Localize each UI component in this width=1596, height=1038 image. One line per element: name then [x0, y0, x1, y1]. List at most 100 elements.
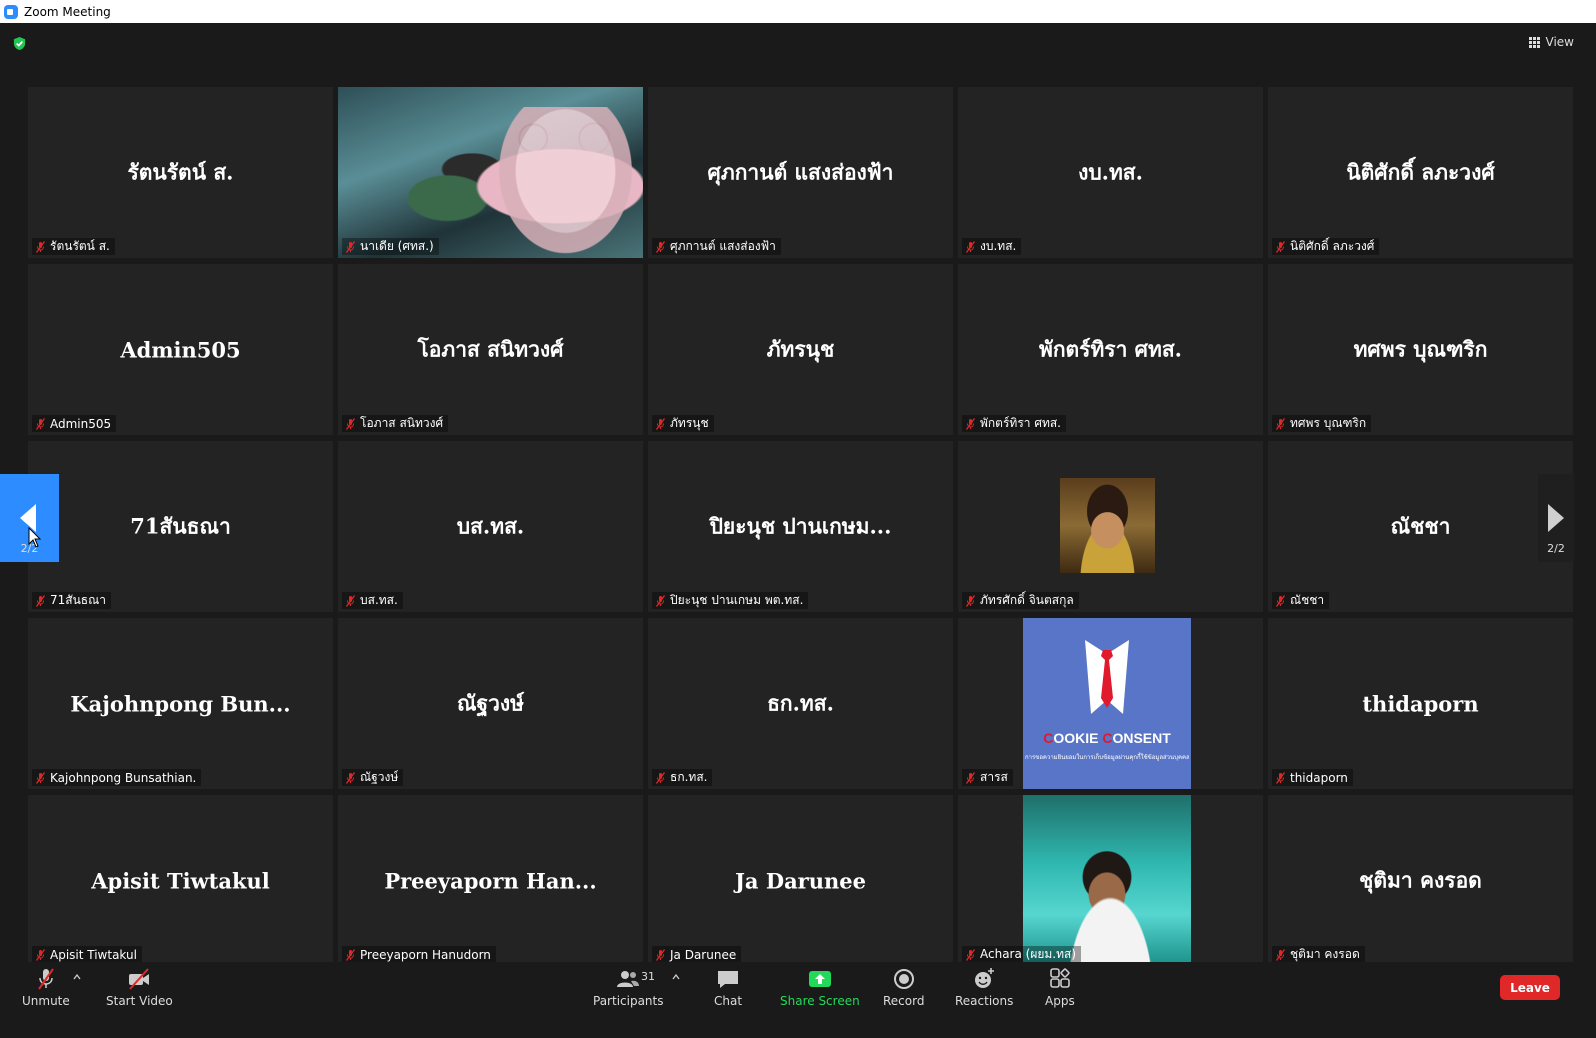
- participant-tile[interactable]: ชุติมา คงรอด ชุติมา คงรอด: [1268, 795, 1573, 966]
- mic-muted-icon: [35, 594, 46, 607]
- microphone-muted-icon: [38, 968, 54, 990]
- view-button-label: View: [1545, 35, 1574, 49]
- participant-tile[interactable]: ทศพร บุณฑริก ทศพร บุณฑริก: [1268, 264, 1573, 435]
- cookie-consent-subtitle: การขอความยินยอมในการเก็บข้อมูลผ่านคุกกี้…: [1025, 754, 1189, 761]
- participant-display-name: Kajohnpong Bun...: [70, 691, 291, 716]
- participant-name-label: Ja Darunee: [652, 946, 742, 963]
- share-screen-button[interactable]: Share Screen: [780, 966, 860, 1008]
- cookie-consent-title: COOKIE CONSENT: [1043, 730, 1171, 746]
- record-button[interactable]: Record: [883, 966, 924, 1008]
- participant-name-text: นาเดีย (ศทส.): [360, 239, 434, 253]
- participant-display-name: ธก.ทส.: [767, 690, 834, 715]
- participant-tile[interactable]: บส.ทส. บส.ทส.: [338, 441, 643, 612]
- participant-display-name: รัตนรัตน์ ส.: [127, 159, 234, 184]
- participant-name-text: นิติศักดิ์ ลภะวงศ์: [1290, 239, 1375, 253]
- window-title: Zoom Meeting: [24, 4, 111, 19]
- participant-tile[interactable]: COOKIE CONSENT การขอความยินยอมในการเก็บข้…: [958, 618, 1263, 789]
- mic-muted-icon: [965, 948, 976, 961]
- participant-name-label: ชุติมา คงรอด: [1272, 946, 1365, 963]
- mic-muted-icon: [965, 771, 976, 784]
- participant-display-name: งบ.ทส.: [1078, 159, 1143, 184]
- mic-muted-icon: [655, 948, 666, 961]
- participant-tile[interactable]: ธก.ทส. ธก.ทส.: [648, 618, 953, 789]
- participant-display-name: พักตร์ทิรา ศทส.: [1038, 336, 1182, 361]
- participant-name-label: Achara (ผยม.ทส): [962, 946, 1082, 963]
- participant-name-text: Ja Darunee: [670, 947, 737, 962]
- participant-name-label: สารส: [962, 769, 1013, 786]
- participant-tile[interactable]: ศุภกานต์ แสงส่องฟ้า ศุภกานต์ แสงส่องฟ้า: [648, 87, 953, 258]
- mic-muted-icon: [655, 417, 666, 430]
- participant-name-label: งบ.ทส.: [962, 238, 1022, 255]
- gallery-grid: รัตนรัตน์ ส. รัตนรัตน์ ส. นาเดีย (ศทส.) ศุภ…: [28, 87, 1573, 971]
- participant-tile[interactable]: ณัชชา ณัชชา: [1268, 441, 1573, 612]
- audio-options-caret-icon[interactable]: [73, 974, 81, 980]
- security-shield-icon[interactable]: [12, 36, 27, 51]
- participant-tile[interactable]: Preeyaporn Han... Preeyaporn Hanudorn: [338, 795, 643, 966]
- participant-name-text: งบ.ทส.: [980, 239, 1017, 253]
- participant-name-text: ทศพร บุณฑริก: [1290, 416, 1367, 430]
- participant-display-name: โอภาส สนิทวงศ์: [417, 336, 564, 361]
- unmute-button[interactable]: Unmute: [22, 966, 70, 1008]
- participant-display-name: ภัทรนุช: [766, 336, 835, 361]
- participant-tile[interactable]: 71สันธณา 71สันธณา: [28, 441, 333, 612]
- zoom-app-icon: [4, 4, 18, 19]
- participant-tile[interactable]: Kajohnpong Bun... Kajohnpong Bunsathian.: [28, 618, 333, 789]
- participant-name-label: บส.ทส.: [342, 592, 403, 609]
- participant-tile[interactable]: thidaporn thidaporn: [1268, 618, 1573, 789]
- apps-button[interactable]: Apps: [1045, 966, 1075, 1008]
- arrow-right-icon: [1548, 504, 1564, 532]
- participant-tile[interactable]: รัตนรัตน์ ส. รัตนรัตน์ ส.: [28, 87, 333, 258]
- next-page-button[interactable]: 2/2: [1538, 474, 1574, 562]
- reactions-button[interactable]: Reactions: [955, 966, 1013, 1008]
- participant-tile[interactable]: นิติศักดิ์ ลภะวงศ์ นิติศักดิ์ ลภะวงศ์: [1268, 87, 1573, 258]
- participant-display-name: Preeyaporn Han...: [384, 868, 597, 893]
- start-video-button[interactable]: Start Video: [106, 966, 173, 1008]
- participant-name-label: ปิยะนุช ปานเกษม พต.ทส.: [652, 592, 809, 609]
- next-page-indicator: 2/2: [1547, 542, 1565, 555]
- participant-name-label: ภัทรนุช: [652, 415, 714, 432]
- apps-label: Apps: [1045, 994, 1075, 1008]
- participant-name-text: ภัทรนุช: [670, 416, 709, 430]
- chat-button[interactable]: Chat: [714, 966, 742, 1008]
- participant-tile[interactable]: พักตร์ทิรา ศทส. พักตร์ทิรา ศทส.: [958, 264, 1263, 435]
- meeting-top-bar: View: [0, 23, 1596, 63]
- participant-display-name: Ja Darunee: [735, 868, 866, 893]
- participant-tile[interactable]: Admin505 Admin505: [28, 264, 333, 435]
- participant-display-name: Admin505: [120, 337, 241, 362]
- participant-display-name: ทศพร บุณฑริก: [1353, 336, 1488, 361]
- leave-button[interactable]: Leave: [1500, 975, 1560, 1000]
- mic-muted-icon: [35, 240, 46, 253]
- participant-name-label: Apisit Tiwtakul: [32, 946, 142, 963]
- participant-tile[interactable]: Achara (ผยม.ทส): [958, 795, 1263, 966]
- participant-tile[interactable]: ณัฐวงษ์ ณัฐวงษ์: [338, 618, 643, 789]
- participant-tile[interactable]: ภัทรศักดิ์ จินตสกุล: [958, 441, 1263, 612]
- chat-bubble-icon: [718, 971, 739, 988]
- mic-muted-icon: [35, 771, 46, 784]
- window-titlebar: Zoom Meeting: [0, 0, 1596, 23]
- mic-muted-icon: [655, 240, 666, 253]
- grid-view-icon: [1528, 36, 1540, 48]
- participant-name-text: ณัฐวงษ์: [360, 770, 399, 784]
- meeting-toolbar: Unmute Start Video Participants 31 Chat: [0, 962, 1596, 1038]
- participant-tile[interactable]: นาเดีย (ศทส.): [338, 87, 643, 258]
- participant-name-text: thidaporn: [1290, 770, 1348, 785]
- start-video-label: Start Video: [106, 994, 173, 1008]
- participant-name-text: บส.ทส.: [360, 593, 398, 607]
- participant-display-name: ชุติมา คงรอด: [1359, 867, 1482, 892]
- participant-tile[interactable]: ปิยะนุช ปานเกษม... ปิยะนุช ปานเกษม พต.ทส.: [648, 441, 953, 612]
- mic-muted-icon: [345, 417, 356, 430]
- mic-muted-icon: [655, 594, 666, 607]
- participant-name-text: สารส: [980, 770, 1008, 784]
- participant-name-label: Kajohnpong Bunsathian.: [32, 769, 202, 786]
- participant-tile[interactable]: Ja Darunee Ja Darunee: [648, 795, 953, 966]
- view-button[interactable]: View: [1528, 35, 1574, 49]
- participants-options-caret-icon[interactable]: [672, 974, 680, 980]
- participant-tile[interactable]: โอภาส สนิทวงศ์ โอภาส สนิทวงศ์: [338, 264, 643, 435]
- participant-name-label: ณัชชา: [1272, 592, 1330, 609]
- participant-tile[interactable]: งบ.ทส. งบ.ทส.: [958, 87, 1263, 258]
- record-label: Record: [883, 994, 925, 1008]
- participant-name-label: ทศพร บุณฑริก: [1272, 415, 1372, 432]
- participant-tile[interactable]: Apisit Tiwtakul Apisit Tiwtakul: [28, 795, 333, 966]
- participant-name-text: Apisit Tiwtakul: [50, 947, 137, 962]
- participant-tile[interactable]: ภัทรนุช ภัทรนุช: [648, 264, 953, 435]
